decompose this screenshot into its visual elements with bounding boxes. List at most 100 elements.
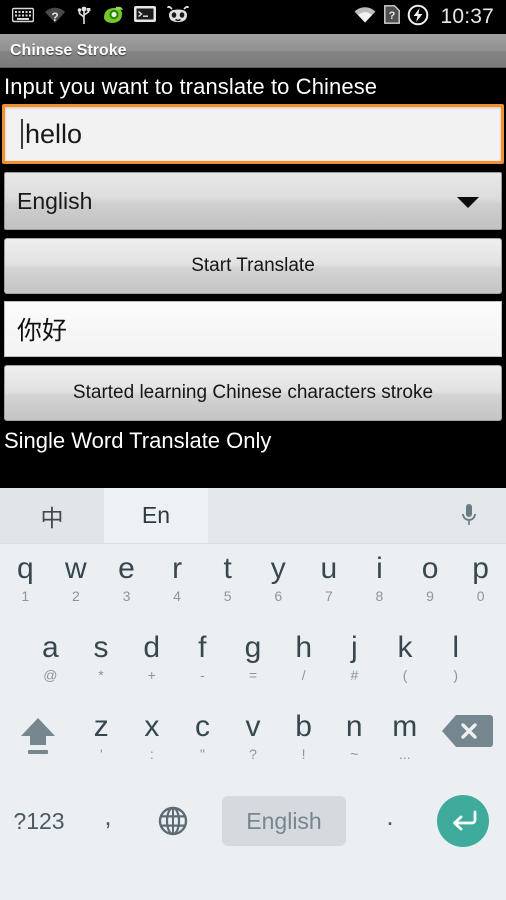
microphone-icon[interactable] — [432, 488, 506, 543]
status-bar-right-icons: ? 10:37 — [353, 4, 506, 31]
key-o-sub: 9 — [426, 588, 434, 604]
key-enter[interactable] — [420, 783, 506, 859]
key-w-main: w — [65, 552, 87, 585]
key-l-main: l — [452, 631, 460, 664]
charging-bolt-icon — [407, 4, 429, 31]
keyboard-row-2: a @ s * d + f- g = h / j # k( l) — [0, 625, 506, 704]
key-n-main: n — [345, 710, 363, 743]
input-wrapper: hello — [0, 104, 506, 164]
dolphin-browser-icon — [102, 5, 124, 30]
app-content: Input you want to translate to Chinese h… — [0, 68, 506, 488]
key-c[interactable]: c " — [177, 704, 228, 783]
app-title: Chinese Stroke — [10, 41, 127, 59]
keyboard-tab-english[interactable]: En — [104, 488, 208, 543]
key-a[interactable]: a @ — [25, 625, 76, 704]
key-s[interactable]: s * — [76, 625, 127, 704]
translate-input-value: hello — [25, 118, 83, 149]
cyanogenmod-icon — [166, 5, 190, 29]
key-s-sub: * — [98, 667, 104, 683]
globe-language-icon[interactable] — [138, 783, 208, 859]
key-o[interactable]: o9 — [405, 546, 456, 625]
status-bar: ? ? 10:37 — [0, 0, 506, 34]
key-q[interactable]: q1 — [0, 546, 51, 625]
key-symbols-toggle[interactable]: ?123 — [0, 783, 78, 859]
keyboard-row-4: ?123 , English . — [0, 783, 506, 859]
shift-up-arrow-icon[interactable] — [0, 704, 76, 783]
start-learning-button[interactable]: Started learning Chinese characters stro… — [4, 365, 502, 421]
key-y[interactable]: y6 — [253, 546, 304, 625]
key-b-main: b — [295, 710, 312, 743]
key-i[interactable]: i8 — [354, 546, 405, 625]
translate-input[interactable]: hello — [2, 104, 504, 164]
prompt-label: Input you want to translate to Chinese — [4, 74, 378, 99]
key-g[interactable]: g = — [228, 625, 279, 704]
keyboard-rows: q1 w2 e3 r4 t5 y6 u7 i8 o9 p0 a @ s * d + f… — [0, 544, 506, 899]
key-z-sub: ' — [99, 746, 103, 762]
start-translate-button[interactable]: Start Translate — [4, 238, 502, 294]
key-r-sub: 4 — [173, 588, 181, 604]
key-k[interactable]: k( — [380, 625, 431, 704]
key-f[interactable]: f- — [177, 625, 228, 704]
key-w[interactable]: w2 — [51, 546, 102, 625]
key-t-sub: 5 — [223, 588, 232, 604]
key-v[interactable]: v? — [228, 704, 279, 783]
key-d-sub: + — [147, 667, 156, 683]
translation-result: 你好 — [4, 301, 502, 357]
key-o-main: o — [421, 552, 439, 585]
soft-keyboard: 中 En q1 w2 e3 r4 t5 y6 u7 i8 o9 p0 a @ s… — [0, 488, 506, 900]
backspace-delete-icon[interactable] — [430, 704, 506, 783]
key-v-main: v — [245, 710, 261, 743]
key-d-main: d — [143, 631, 161, 664]
key-n[interactable]: n ~ — [329, 704, 380, 783]
device-screen: ? ? 10:37 Chinese Stroke Input you want … — [0, 0, 506, 900]
key-u[interactable]: u7 — [304, 546, 355, 625]
key-x[interactable]: x: — [127, 704, 178, 783]
key-r[interactable]: r4 — [152, 546, 203, 625]
key-m[interactable]: m... — [379, 704, 430, 783]
key-t[interactable]: t5 — [202, 546, 253, 625]
key-h-sub: / — [301, 667, 306, 683]
key-j-sub: # — [350, 667, 359, 683]
key-z-main: z — [93, 710, 109, 743]
key-d[interactable]: d + — [126, 625, 177, 704]
key-spacebar[interactable]: English — [222, 796, 346, 846]
key-symbols-label: ?123 — [13, 807, 65, 834]
key-i-main: i — [376, 552, 383, 585]
key-w-sub: 2 — [71, 588, 80, 604]
start-learning-label: Started learning Chinese characters stro… — [72, 382, 434, 403]
wifi-unknown-icon: ? — [44, 6, 66, 29]
key-l[interactable]: l) — [430, 625, 481, 704]
footnote-label: Single Word Translate Only — [4, 428, 272, 453]
start-translate-label: Start Translate — [191, 255, 315, 276]
keyboard-tab-english-label: En — [141, 502, 171, 528]
sim-unknown-icon: ? — [384, 5, 401, 29]
key-p[interactable]: p0 — [455, 546, 506, 625]
svg-text:?: ? — [51, 10, 58, 24]
key-j-main: j — [351, 631, 358, 664]
keyboard-bar-filler — [208, 488, 432, 543]
key-z[interactable]: z ' — [76, 704, 127, 783]
language-spinner[interactable]: English — [4, 172, 502, 230]
key-q-main: q — [16, 552, 34, 585]
key-k-main: k — [397, 631, 413, 664]
keyboard-language-bar: 中 En — [0, 488, 506, 544]
key-k-sub: ( — [402, 667, 408, 683]
key-u-main: u — [320, 552, 338, 585]
key-comma[interactable]: , — [78, 783, 138, 859]
key-j[interactable]: j # — [329, 625, 380, 704]
translation-result-text: 你好 — [17, 317, 68, 345]
key-v-sub: ? — [249, 746, 257, 762]
language-spinner-value: English — [17, 187, 93, 214]
key-g-main: g — [244, 631, 262, 664]
key-period[interactable]: . — [360, 783, 420, 859]
key-e[interactable]: e3 — [101, 546, 152, 625]
key-y-sub: 6 — [274, 588, 283, 604]
key-b[interactable]: b! — [278, 704, 329, 783]
key-y-main: y — [270, 552, 286, 585]
keyboard-tab-chinese[interactable]: 中 — [0, 488, 104, 543]
key-c-sub: " — [199, 746, 205, 762]
key-r-main: r — [172, 552, 183, 585]
key-h[interactable]: h / — [278, 625, 329, 704]
key-u-sub: 7 — [324, 588, 333, 604]
key-x-sub: : — [149, 746, 154, 762]
